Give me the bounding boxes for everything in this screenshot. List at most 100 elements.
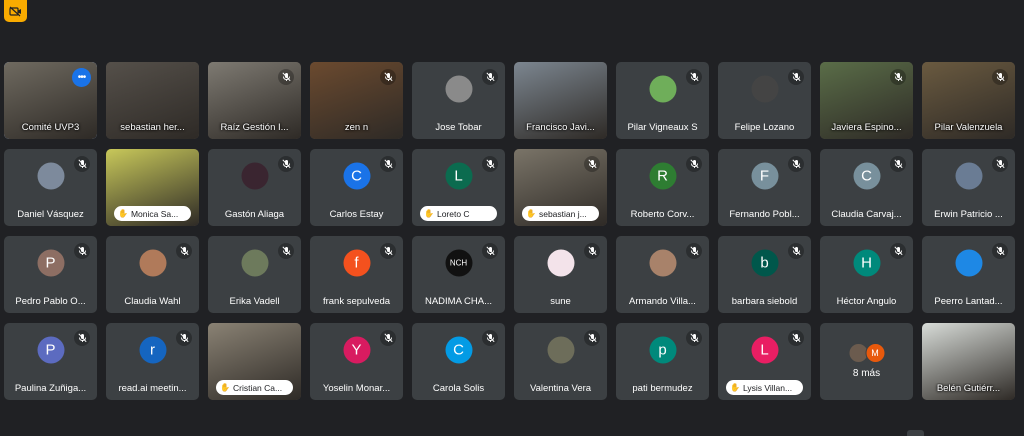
avatar — [955, 249, 982, 277]
raised-hand-label: ✋ Cristian Ca... — [216, 380, 293, 395]
raised-hand-icon: ✋ — [424, 209, 434, 218]
participant-tile[interactable]: Erwin Patricio ... — [922, 149, 1015, 226]
overflow-avatars: M — [848, 343, 885, 363]
participant-tile[interactable]: zen n — [310, 62, 403, 139]
participant-name: Yoselin Monar... — [322, 383, 391, 394]
mic-off-icon — [278, 243, 294, 259]
mic-off-icon — [992, 243, 1008, 259]
avatar: p — [649, 336, 676, 364]
participant-tile[interactable]: L ✋ Lysis Villan... — [718, 323, 811, 400]
participant-tile[interactable]: P Paulina Zuñiga... — [4, 323, 97, 400]
mic-off-icon — [380, 156, 396, 172]
participant-tile[interactable]: Gastón Aliaga — [208, 149, 301, 226]
mic-off-icon — [788, 330, 804, 346]
participant-name: Valentina Vera — [529, 383, 592, 394]
participant-tile[interactable]: L ✋ Loreto C — [412, 149, 505, 226]
participant-tile[interactable]: F Fernando Pobl... — [718, 149, 811, 226]
raised-hand-label: ✋ Lysis Villan... — [726, 380, 803, 395]
participant-tile[interactable]: C Carlos Estay — [310, 149, 403, 226]
raised-hand-icon: ✋ — [730, 383, 740, 392]
avatar: C — [445, 336, 472, 364]
participant-tile[interactable]: Pilar Vigneaux S — [616, 62, 709, 139]
participant-tile[interactable]: p pati bermudez — [616, 323, 709, 400]
participant-tile[interactable]: Valentina Vera — [514, 323, 607, 400]
avatar — [241, 162, 268, 190]
mic-off-icon — [788, 69, 804, 85]
participant-name: Comité UVP3 — [21, 122, 80, 133]
participant-tile[interactable]: Y Yoselin Monar... — [310, 323, 403, 400]
participant-name: Pedro Pablo O... — [15, 296, 86, 307]
participant-name: Raíz Gestión I... — [220, 122, 289, 133]
mic-off-icon — [992, 156, 1008, 172]
raised-hand-label: ✋ Loreto C — [420, 206, 497, 221]
avatar — [139, 249, 166, 277]
mic-off-icon — [482, 243, 498, 259]
participant-tile[interactable]: Francisco Javi... — [514, 62, 607, 139]
participant-tile[interactable]: Belén Gutiérr... — [922, 323, 1015, 400]
participant-tile[interactable]: C Carola Solis — [412, 323, 505, 400]
participant-name: Monica Sa... — [130, 208, 179, 219]
avatar: H — [853, 249, 880, 277]
participant-tile[interactable]: sebastian her... — [106, 62, 199, 139]
more-options-icon[interactable]: ••• — [72, 68, 91, 87]
mic-off-icon — [482, 330, 498, 346]
participant-name: Cristian Ca... — [232, 382, 283, 393]
participant-tile[interactable]: P Pedro Pablo O... — [4, 236, 97, 313]
participant-tile[interactable]: ✋ Cristian Ca... — [208, 323, 301, 400]
participant-tile[interactable]: Daniel Vásquez — [4, 149, 97, 226]
participant-name: Jose Tobar — [435, 122, 482, 133]
participant-name: Carlos Estay — [329, 209, 384, 220]
participant-tile[interactable]: Claudia Wahl — [106, 236, 199, 313]
mic-off-icon — [584, 330, 600, 346]
participant-tile[interactable]: b barbara siebold — [718, 236, 811, 313]
participant-tile[interactable]: Pilar Valenzuela — [922, 62, 1015, 139]
mic-off-icon — [686, 330, 702, 346]
participant-name: Peerro Lantad... — [934, 296, 1003, 307]
participant-name: Javiera Espino... — [831, 122, 902, 133]
participant-tile[interactable]: Raíz Gestión I... — [208, 62, 301, 139]
participant-name: Erika Vadell — [229, 296, 280, 307]
mic-off-icon — [584, 156, 600, 172]
avatar — [955, 162, 982, 190]
avatar: f — [343, 249, 370, 277]
participant-tile[interactable]: C Claudia Carvaj... — [820, 149, 913, 226]
participant-name: frank sepulveda — [322, 296, 391, 307]
participant-tile[interactable]: sune — [514, 236, 607, 313]
avatar — [649, 75, 676, 103]
mic-off-icon — [992, 69, 1008, 85]
participant-name: Paulina Zuñiga... — [14, 383, 87, 394]
avatar: Y — [343, 336, 370, 364]
mic-off-icon — [890, 69, 906, 85]
participant-tile[interactable]: ✋ Monica Sa... — [106, 149, 199, 226]
participant-tile[interactable]: ✋ sebastian j... — [514, 149, 607, 226]
participant-name: barbara siebold — [731, 296, 798, 307]
participant-name: Armando Villa... — [629, 296, 696, 307]
participant-tile[interactable]: Armando Villa... — [616, 236, 709, 313]
participant-tile[interactable]: Javiera Espino... — [820, 62, 913, 139]
participant-tile[interactable]: NCH NADIMA CHA... — [412, 236, 505, 313]
participant-name: sebastian j... — [538, 208, 587, 219]
participant-name: Claudia Carvaj... — [831, 209, 902, 220]
mic-off-icon — [380, 243, 396, 259]
raised-hand-icon: ✋ — [220, 383, 230, 392]
more-participants-tile[interactable]: M 8 más — [820, 323, 913, 400]
avatar: C — [343, 162, 370, 190]
participant-tile[interactable]: R Roberto Corv... — [616, 149, 709, 226]
participant-tile[interactable]: f frank sepulveda — [310, 236, 403, 313]
video-off-icon[interactable] — [4, 0, 27, 22]
participant-tile[interactable]: ••• Comité UVP3 — [4, 62, 97, 139]
participant-name: Carola Solis — [432, 383, 485, 394]
participant-tile[interactable]: Erika Vadell — [208, 236, 301, 313]
raised-hand-icon: ✋ — [118, 209, 128, 218]
mic-off-icon — [890, 243, 906, 259]
participant-tile[interactable]: Jose Tobar — [412, 62, 505, 139]
participant-tile[interactable]: r read.ai meetin... — [106, 323, 199, 400]
participant-tile[interactable]: Peerro Lantad... — [922, 236, 1015, 313]
raised-hand-label: ✋ sebastian j... — [522, 206, 599, 221]
avatar: NCH — [445, 249, 472, 277]
participant-count-badge[interactable] — [907, 430, 924, 436]
mic-off-icon — [686, 69, 702, 85]
participant-tile[interactable]: Felipe Lozano — [718, 62, 811, 139]
participant-tile[interactable]: H Héctor Angulo — [820, 236, 913, 313]
more-participants-label: 8 más — [852, 368, 881, 379]
